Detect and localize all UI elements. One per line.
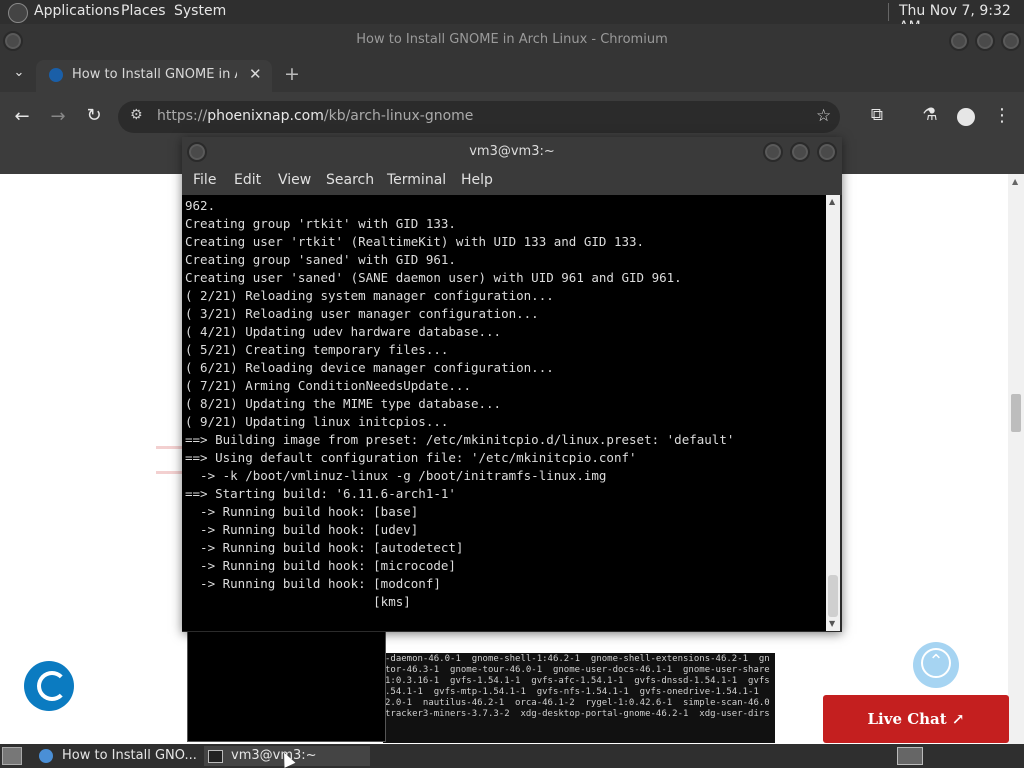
terminal-minimize-button[interactable] xyxy=(763,142,783,162)
page-menu-icon xyxy=(156,446,182,474)
terminal-title-bar[interactable]: vm3@vm3:~ xyxy=(182,137,842,167)
new-tab-icon[interactable]: + xyxy=(282,63,302,85)
menu-applications[interactable]: Applications xyxy=(34,3,120,19)
terminal-menu-file[interactable]: File xyxy=(193,172,216,188)
terminal-menu-view[interactable]: View xyxy=(278,172,311,188)
browser-tab[interactable]: How to Install GNOME in Arch ✕ xyxy=(36,60,272,92)
terminal-window-title: vm3@vm3:~ xyxy=(469,144,555,159)
profile-avatar-icon[interactable] xyxy=(957,108,975,126)
logo-mark xyxy=(37,671,67,701)
forward-arrow-icon[interactable]: → xyxy=(48,106,68,127)
tab-search-chevron-icon[interactable]: ⌄ xyxy=(10,65,28,80)
back-arrow-icon[interactable]: ← xyxy=(12,106,32,127)
terminal-scroll-down-icon[interactable]: ▼ xyxy=(829,619,835,628)
taskbar-item-terminal-label: vm3@vm3:~ xyxy=(231,748,317,763)
close-window-button[interactable] xyxy=(1001,31,1021,51)
terminal-menu-search[interactable]: Search xyxy=(326,172,374,188)
menu-system[interactable]: System xyxy=(174,3,226,19)
extensions-icon[interactable]: ⧉ xyxy=(866,105,888,125)
minimize-button[interactable] xyxy=(949,31,969,51)
terminal-maximize-button[interactable] xyxy=(790,142,810,162)
show-desktop-icon[interactable] xyxy=(2,747,22,765)
article-terminal-screenshot: -daemon-46.0-1 gnome-shell-1:46.2-1 gnom… xyxy=(383,653,775,743)
tab-favicon-icon xyxy=(49,68,63,82)
page-scrollbar-thumb[interactable] xyxy=(1011,394,1021,432)
panel-separator xyxy=(888,3,889,21)
terminal-output[interactable]: 962. Creating group 'rtkit' with GID 133… xyxy=(182,195,826,631)
terminal-menu-help[interactable]: Help xyxy=(461,172,493,188)
maximize-button[interactable] xyxy=(975,31,995,51)
chevron-up-icon: ⌃ xyxy=(921,648,951,678)
menu-places[interactable]: Places xyxy=(121,3,166,19)
reload-icon[interactable]: ↻ xyxy=(84,105,104,126)
terminal-menu-edit[interactable]: Edit xyxy=(234,172,261,188)
terminal-close-button[interactable] xyxy=(817,142,837,162)
terminal-app-icon xyxy=(208,750,223,763)
terminal-window-menu-button[interactable] xyxy=(187,142,207,162)
scroll-to-top-button[interactable]: ⌃ xyxy=(913,642,959,688)
url-domain: phoenixnap.com xyxy=(207,108,324,124)
terminal-scrollbar-thumb[interactable] xyxy=(828,575,838,617)
labs-flask-icon[interactable]: ⚗ xyxy=(920,105,940,125)
live-chat-button[interactable]: Live Chat ↗ xyxy=(823,695,1009,743)
bookmark-star-icon[interactable]: ☆ xyxy=(816,106,831,126)
terminal-menubar: File Edit View Search Terminal Help xyxy=(182,167,842,195)
workspace-switcher-icon[interactable] xyxy=(897,747,923,765)
page-scrollbar[interactable]: ▲ xyxy=(1008,174,1024,744)
address-bar[interactable]: ⚙ https://phoenixnap.com/kb/arch-linux-g… xyxy=(118,101,840,133)
site-info-icon[interactable]: ⚙ xyxy=(130,107,143,123)
chromium-icon xyxy=(39,749,53,763)
more-menu-icon[interactable]: ⋮ xyxy=(993,105,1011,126)
address-url[interactable]: https://phoenixnap.com/kb/arch-linux-gno… xyxy=(157,108,473,124)
site-logo-icon[interactable] xyxy=(24,661,74,711)
terminal-menu-terminal[interactable]: Terminal xyxy=(387,172,446,188)
taskbar-item-browser[interactable]: How to Install GNO... xyxy=(36,746,200,766)
gnome-menu-icon[interactable] xyxy=(8,3,28,23)
top-panel: Applications Places System Thu Nov 7, 9:… xyxy=(0,0,1024,35)
terminal-scroll-up-icon[interactable]: ▲ xyxy=(829,197,835,206)
taskbar-item-browser-label: How to Install GNO... xyxy=(62,748,197,763)
article-terminal-text: -daemon-46.0-1 gnome-shell-1:46.2-1 gnom… xyxy=(385,654,770,719)
tab-title: How to Install GNOME in Arch xyxy=(72,67,237,82)
terminal-text: 962. Creating group 'rtkit' with GID 133… xyxy=(185,198,735,609)
bottom-taskbar: How to Install GNO... vm3@vm3:~ xyxy=(0,744,1024,768)
url-scheme: https:// xyxy=(157,108,208,124)
browser-window-title: How to Install GNOME in Arch Linux - Chr… xyxy=(356,32,668,47)
tab-close-icon[interactable]: ✕ xyxy=(249,65,262,83)
browser-title-bar[interactable]: How to Install GNOME in Arch Linux - Chr… xyxy=(0,24,1024,56)
window-menu-button[interactable] xyxy=(3,31,23,51)
scroll-up-arrow-icon[interactable]: ▲ xyxy=(1012,177,1018,186)
url-path: /kb/arch-linux-gnome xyxy=(323,108,474,124)
terminal-scrollbar[interactable]: ▲ ▼ xyxy=(826,195,840,631)
